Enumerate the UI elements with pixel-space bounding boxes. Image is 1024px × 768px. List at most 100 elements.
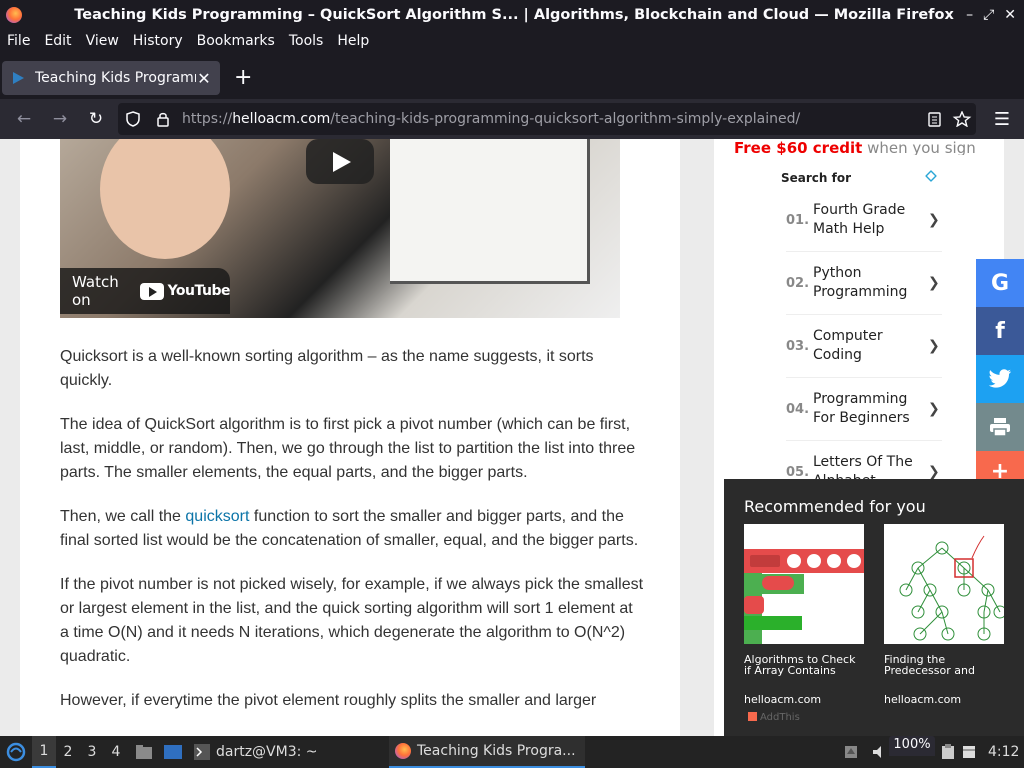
- chevron-right-icon: ❯: [928, 275, 940, 291]
- paragraph: However, if everytime the pivot element …: [60, 692, 597, 709]
- window-title: Teaching Kids Programming – QuickSort Al…: [74, 7, 954, 23]
- zoom-level-indicator[interactable]: 100%: [889, 736, 935, 756]
- ad-banner-top[interactable]: Free $60 credit when you sign: [734, 141, 976, 155]
- menu-view[interactable]: View: [79, 33, 126, 49]
- site-favicon-icon: [13, 72, 24, 84]
- paragraph: The idea of QuickSort algorithm is to fi…: [60, 416, 636, 481]
- tab-active[interactable]: Teaching Kids Programming ✕: [2, 61, 220, 95]
- plus-icon: +: [990, 459, 1010, 479]
- start-menu-button[interactable]: [4, 736, 28, 768]
- clock[interactable]: 4:12: [988, 736, 1019, 768]
- recommended-panel: Recommended for you Algorithms to Check …: [724, 479, 1024, 736]
- suggestion-label: Fourth Grade Math Help: [813, 202, 906, 237]
- recommended-card[interactable]: Algorithms to Check if Array Contains Du…: [744, 524, 864, 706]
- suggestion-label: Python Programming: [813, 265, 908, 300]
- paragraph-text: Then, we call the: [60, 508, 186, 525]
- back-button[interactable]: ←: [6, 109, 42, 129]
- quicksort-link[interactable]: quicksort: [185, 508, 249, 525]
- forward-button[interactable]: →: [42, 109, 78, 129]
- share-facebook-button[interactable]: f: [976, 307, 1024, 355]
- suggestion-number: 04.: [786, 401, 810, 417]
- workspace-3[interactable]: 3: [80, 736, 104, 768]
- print-icon: [990, 418, 1010, 437]
- chevron-right-icon: ❯: [928, 401, 940, 417]
- terminal-icon: [194, 744, 210, 760]
- url-prefix: https://: [182, 111, 233, 127]
- recommended-source: helloacm.com: [884, 693, 962, 706]
- menu-file[interactable]: File: [0, 33, 37, 49]
- share-google-button[interactable]: G: [976, 259, 1024, 307]
- bookmark-star-icon[interactable]: [948, 111, 976, 127]
- menu-history[interactable]: History: [126, 33, 190, 49]
- minimize-button[interactable]: –: [966, 7, 973, 23]
- url-text[interactable]: https://helloacm.com/teaching-kids-progr…: [178, 111, 920, 127]
- twitter-icon: [988, 369, 1011, 388]
- share-twitter-button[interactable]: [976, 355, 1024, 403]
- firefox-task-label: Teaching Kids Progra...: [417, 743, 576, 759]
- close-window-button[interactable]: ✕: [1004, 7, 1016, 23]
- youtube-wordmark: YouTube: [167, 283, 231, 299]
- recommended-source: helloacm.com: [744, 693, 822, 706]
- recommended-caption: Algorithms to Check if Array Contains Du…: [744, 654, 856, 676]
- network-tray[interactable]: [843, 736, 859, 768]
- terminal-task[interactable]: dartz@VM3: ~: [194, 736, 318, 768]
- facebook-icon: f: [995, 318, 1005, 344]
- suggestion-number: 02.: [786, 275, 810, 291]
- folder-icon: [136, 745, 152, 759]
- maximize-button[interactable]: ⤢: [983, 7, 994, 23]
- shield-icon[interactable]: [118, 111, 148, 127]
- addthis-branding[interactable]: AddThis: [748, 712, 800, 723]
- clipboard-tray[interactable]: [938, 736, 958, 768]
- show-desktop-button[interactable]: [162, 736, 184, 768]
- firefox-task[interactable]: Teaching Kids Progra...: [389, 736, 585, 768]
- share-print-button[interactable]: [976, 403, 1024, 451]
- menu-tools[interactable]: Tools: [282, 33, 331, 49]
- workspace-1[interactable]: 1: [32, 736, 56, 768]
- navigation-bar: ← → ↻ https://helloacm.com/teaching-kids…: [0, 99, 1024, 139]
- window-titlebar: Teaching Kids Programming – QuickSort Al…: [0, 0, 1024, 30]
- search-suggestion[interactable]: 02. Python Programming ❯: [786, 252, 942, 315]
- workspace-2[interactable]: 2: [56, 736, 80, 768]
- search-suggestion[interactable]: 01. Fourth Grade Math Help ❯: [786, 189, 942, 252]
- reload-button[interactable]: ↻: [78, 109, 114, 129]
- file-manager-launcher[interactable]: [134, 736, 154, 768]
- updates-tray[interactable]: [960, 736, 978, 768]
- volume-tray[interactable]: [870, 736, 888, 768]
- youtube-video[interactable]: Watch on YouTube: [60, 139, 620, 318]
- video-whiteboard: [390, 139, 590, 284]
- suggestion-label: Computer Coding: [813, 328, 883, 363]
- desktop-icon: [164, 745, 182, 759]
- adchoices-icon[interactable]: [925, 170, 937, 182]
- youtube-logo: YouTube: [139, 282, 231, 300]
- menu-help[interactable]: Help: [330, 33, 376, 49]
- search-suggestion[interactable]: 04. Programming For Beginners ❯: [786, 378, 942, 441]
- start-menu-icon: [6, 742, 26, 762]
- recommended-thumbnail: [744, 524, 864, 644]
- addthis-label: AddThis: [760, 712, 800, 723]
- tab-close-icon[interactable]: ✕: [196, 69, 212, 88]
- menu-bookmarks[interactable]: Bookmarks: [190, 33, 282, 49]
- scratch-blocks-image: [744, 524, 864, 644]
- suggestion-number: 01.: [786, 212, 810, 228]
- lock-icon[interactable]: [148, 111, 178, 127]
- play-button[interactable]: [306, 139, 374, 184]
- reader-view-icon[interactable]: [920, 111, 948, 127]
- workspace-4[interactable]: 4: [104, 736, 128, 768]
- app-menu-button[interactable]: ☰: [994, 109, 1010, 130]
- addthis-icon: [748, 712, 757, 721]
- recommended-thumbnail: [884, 524, 1004, 644]
- ad-signup-text: when you sign: [862, 141, 976, 155]
- watch-on-youtube-button[interactable]: Watch on YouTube: [60, 268, 231, 314]
- share-more-button[interactable]: +: [976, 451, 1024, 479]
- chevron-right-icon: ❯: [928, 464, 940, 480]
- tab-title: Teaching Kids Programming: [35, 70, 196, 86]
- menu-edit[interactable]: Edit: [37, 33, 78, 49]
- paragraph: Then, we call the quicksort function to …: [60, 505, 644, 553]
- speaker-icon: [873, 746, 881, 758]
- search-for-label: Search for: [781, 171, 852, 185]
- new-tab-button[interactable]: +: [234, 65, 252, 90]
- search-suggestion[interactable]: 03. Computer Coding ❯: [786, 315, 942, 378]
- recommended-card[interactable]: Finding the Predecessor and Suc... hello…: [884, 524, 1004, 706]
- url-bar[interactable]: https://helloacm.com/teaching-kids-progr…: [118, 103, 976, 135]
- youtube-play-icon: [139, 282, 164, 300]
